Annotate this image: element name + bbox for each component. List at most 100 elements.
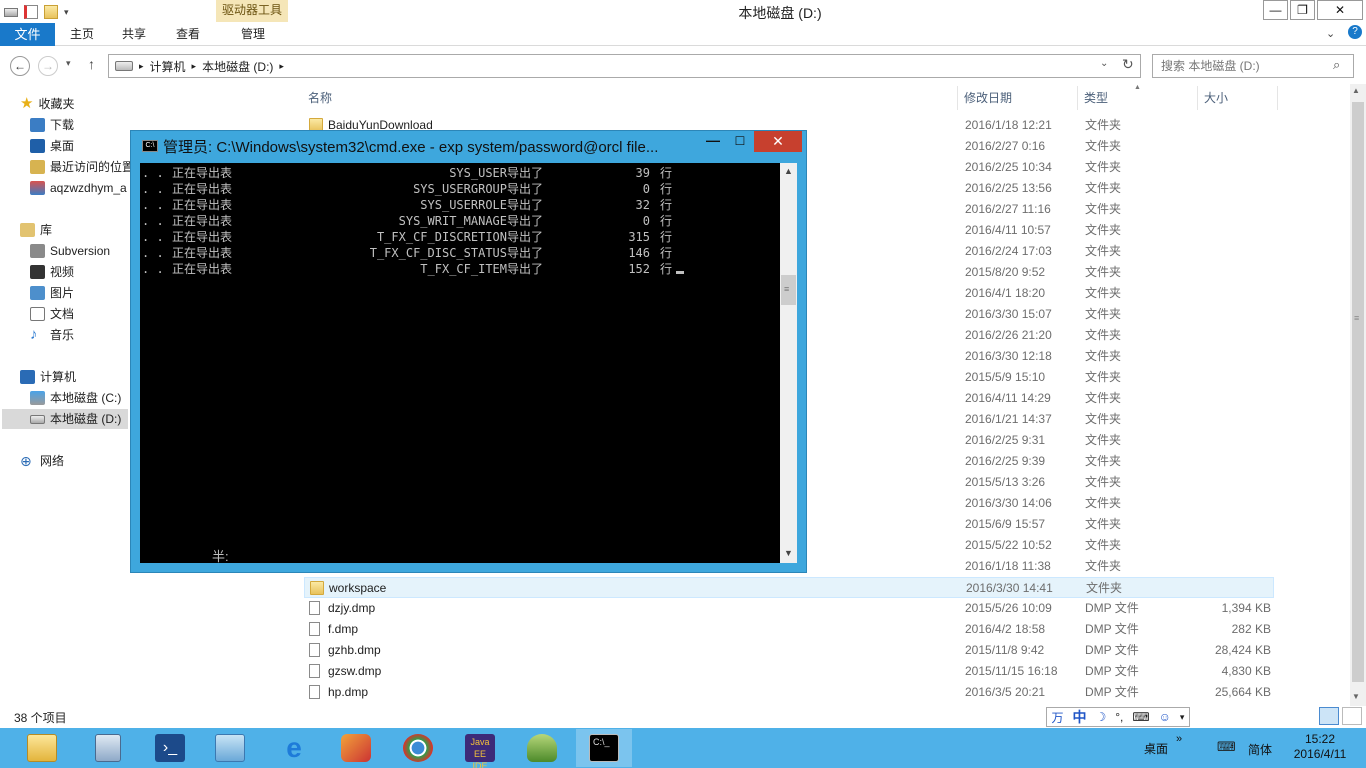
tray-ime-icon[interactable]: ⌨ (1217, 739, 1236, 755)
taskbar-database-tool[interactable] (514, 729, 570, 767)
up-button[interactable]: ↑ (88, 56, 95, 72)
taskbar-server-manager[interactable] (80, 729, 136, 767)
ime-menu-icon[interactable]: ▾ (1180, 712, 1185, 723)
nav-item-drive-c[interactable]: 本地磁盘 (C:) (30, 388, 121, 408)
console-scroll-down-icon[interactable]: ▼ (784, 548, 793, 558)
file-row[interactable]: f.dmp 2016/4/2 18:58 DMP 文件 282 KB (304, 619, 1274, 640)
nav-computer[interactable]: 计算机 (20, 367, 76, 387)
ime-skin-icon[interactable]: ☺ (1159, 710, 1171, 724)
nav-item-pictures[interactable]: 图片 (30, 283, 74, 303)
address-bar[interactable]: ▸ 计算机 ▸ 本地磁盘 (D:) ▸ (108, 54, 1141, 78)
console-table-name: SYS_USER (449, 166, 507, 180)
file-date: 2015/11/15 16:18 (965, 664, 1058, 678)
file-date: 2016/1/18 11:38 (965, 559, 1051, 573)
taskbar-powershell[interactable]: ›_ (142, 729, 198, 767)
tray-overflow-icon[interactable]: » (1176, 733, 1182, 745)
console-table-name: SYS_USERGROUP (413, 182, 507, 196)
drive-icon[interactable] (4, 7, 18, 17)
ime-punctuation-icon[interactable]: °, (1115, 710, 1123, 724)
breadcrumb-drive-d[interactable]: 本地磁盘 (D:) (202, 58, 273, 75)
ime-halfwidth-icon[interactable]: ☽ (1095, 710, 1106, 724)
nav-item-aqzwzdhym[interactable]: aqzwzdhym_a (30, 178, 133, 198)
taskbar-tool-app[interactable] (328, 729, 384, 767)
taskbar-file-explorer[interactable] (14, 729, 70, 767)
large-icons-view-icon[interactable] (1342, 707, 1362, 725)
download-folder-icon (30, 118, 45, 132)
help-icon[interactable]: ? (1348, 25, 1362, 39)
nav-item-recent[interactable]: 最近访问的位置 (30, 157, 133, 177)
file-row[interactable]: workspace 2016/3/30 14:41 文件夹 (304, 577, 1274, 598)
nav-item-drive-d[interactable]: 本地磁盘 (D:) (2, 409, 128, 429)
forward-button[interactable]: → (38, 56, 58, 76)
search-input[interactable]: 搜索 本地磁盘 (D:) (1152, 54, 1354, 78)
ime-keyboard-icon[interactable]: ⌨ (1132, 710, 1149, 724)
column-header-date[interactable]: 修改日期 (958, 86, 1078, 110)
recent-places-icon (30, 160, 45, 174)
tray-language[interactable]: 简体 (1248, 741, 1272, 758)
tab-home[interactable]: 主页 (60, 23, 104, 46)
minimize-button[interactable]: — (1263, 0, 1288, 20)
taskbar-internet-explorer[interactable]: e (266, 729, 322, 767)
file-row[interactable]: dzjy.dmp 2015/5/26 10:09 DMP 文件 1,394 KB (304, 598, 1274, 619)
console-scroll-up-icon[interactable]: ▲ (784, 166, 793, 176)
cmd-close-button[interactable]: ✕ (754, 131, 802, 152)
expand-ribbon-icon[interactable]: ⌄ (1326, 27, 1335, 40)
tab-manage[interactable]: 管理 (226, 23, 280, 46)
taskbar-browser[interactable] (390, 729, 446, 767)
ime-toolbar[interactable]: 万 中 ☽ °, ⌨ ☺ ▾ (1046, 707, 1190, 727)
tray-clock[interactable]: 15:22 2016/4/11 (1285, 732, 1355, 762)
close-button[interactable]: ✕ (1317, 0, 1363, 20)
new-folder-icon[interactable] (44, 5, 58, 19)
console-table-name: T_FX_CF_DISCRETION (376, 230, 507, 244)
cmd-icon: C:\_ (589, 734, 619, 762)
file-row[interactable]: gzhb.dmp 2015/11/8 9:42 DMP 文件 28,424 KB (304, 640, 1274, 661)
address-dropdown-icon[interactable]: ⌄ (1100, 58, 1108, 69)
tab-view[interactable]: 查看 (166, 23, 210, 46)
console-message: 正在导出表 (172, 262, 233, 276)
nav-item-downloads[interactable]: 下载 (30, 115, 74, 135)
cmd-title-icon[interactable]: C:\ (142, 140, 158, 152)
refresh-icon[interactable]: ↻ (1122, 56, 1134, 73)
restore-button[interactable]: ❐ (1290, 0, 1315, 20)
breadcrumb-sep-icon[interactable]: ▸ (139, 61, 144, 72)
breadcrumb-computer[interactable]: 计算机 (150, 58, 186, 75)
taskbar-cmd[interactable]: C:\_ (576, 729, 632, 767)
properties-icon[interactable] (24, 5, 38, 19)
qat-dropdown-icon[interactable]: ▾ (64, 7, 69, 18)
nav-item-videos[interactable]: 视频 (30, 262, 74, 282)
nav-item-desktop[interactable]: 桌面 (30, 136, 74, 156)
clock-time: 15:22 (1304, 732, 1336, 746)
nav-network[interactable]: ⊕ 网络 (20, 451, 64, 471)
console-row-count: 0 (642, 182, 650, 196)
tray-desktop-toolbar[interactable]: 桌面 (1144, 740, 1168, 757)
nav-libraries[interactable]: 库 (20, 220, 52, 240)
scroll-down-icon[interactable]: ▼ (1352, 692, 1360, 701)
breadcrumb-sep-icon[interactable]: ▸ (192, 61, 197, 72)
breadcrumb-sep-icon[interactable]: ▸ (279, 61, 284, 72)
nav-favorites[interactable]: ★ 收藏夹 (20, 94, 74, 114)
search-icon[interactable]: ⌕ (1333, 57, 1340, 73)
nav-item-music[interactable]: ♪ 音乐 (30, 325, 74, 345)
column-header-size[interactable]: 大小 (1198, 86, 1278, 110)
back-button[interactable]: ← (10, 56, 30, 76)
nav-item-documents[interactable]: 文档 (30, 304, 74, 324)
scroll-up-icon[interactable]: ▲ (1352, 86, 1360, 95)
file-list-scroll-thumb[interactable] (1352, 102, 1364, 682)
column-header-name[interactable]: 名称 (302, 86, 958, 110)
file-name: gzsw.dmp (328, 664, 382, 678)
taskbar-java-ee-ide[interactable]: Java EE IDE (452, 729, 508, 768)
recent-locations-icon[interactable]: ▾ (66, 58, 71, 69)
file-date: 2016/3/30 15:07 (965, 307, 1052, 321)
details-view-icon[interactable] (1319, 707, 1339, 725)
tab-share[interactable]: 共享 (112, 23, 156, 46)
file-row[interactable]: hp.dmp 2016/3/5 20:21 DMP 文件 25,664 KB (304, 682, 1274, 703)
console-scrollbar[interactable] (780, 163, 797, 563)
ime-chinese-toggle[interactable]: 中 (1072, 707, 1086, 727)
nav-item-subversion[interactable]: Subversion (30, 241, 110, 261)
taskbar-control-panel[interactable] (202, 729, 258, 767)
cmd-minimize-button[interactable]: — (700, 131, 726, 151)
tab-file[interactable]: 文件 (0, 23, 55, 46)
file-row[interactable]: gzsw.dmp 2015/11/15 16:18 DMP 文件 4,830 KB (304, 661, 1274, 682)
cmd-maximize-button[interactable]: ☐ (727, 131, 753, 151)
ime-mode-icon[interactable]: 万 (1051, 709, 1063, 726)
